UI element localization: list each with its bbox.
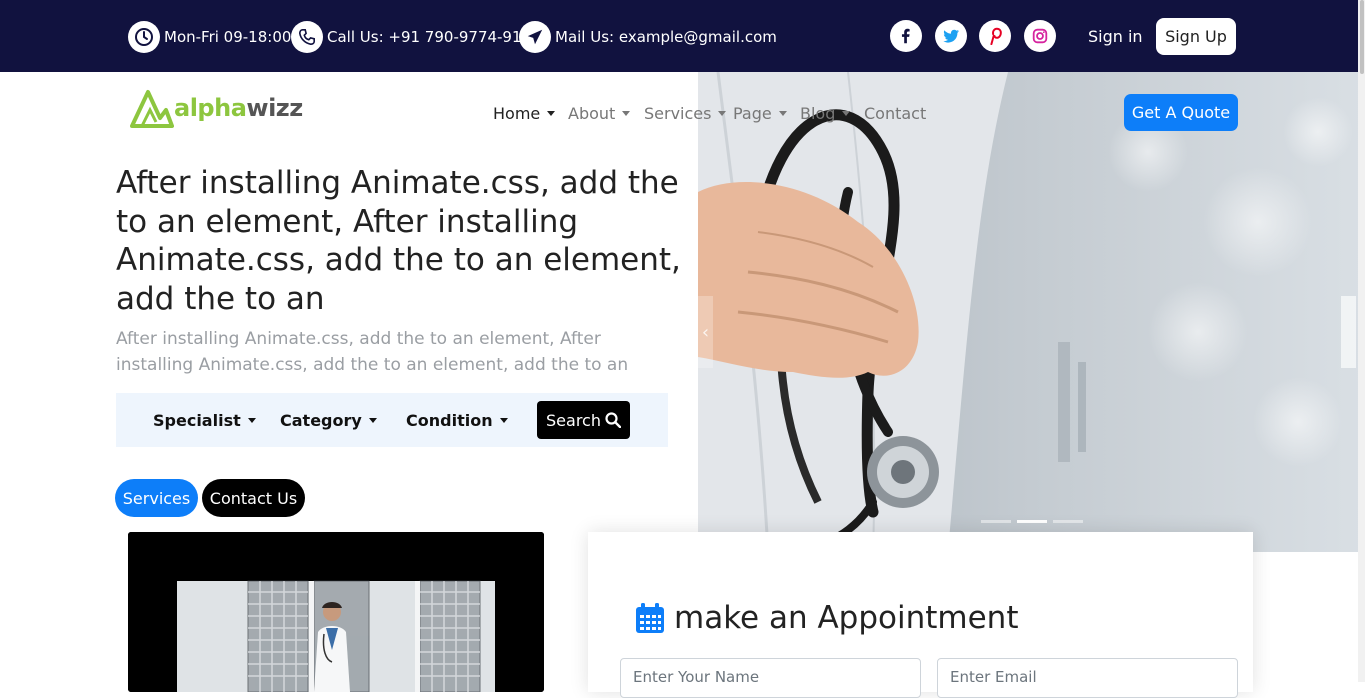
condition-dropdown[interactable]: Condition [406, 411, 508, 430]
email-field[interactable]: Enter Email [937, 658, 1238, 698]
specialist-dropdown[interactable]: Specialist [153, 411, 256, 430]
carousel-indicator-1[interactable] [981, 520, 1011, 523]
search-filter-bar: Specialist Category Condition Search [116, 393, 668, 447]
logo-mark-icon [130, 90, 174, 128]
caret-down-icon [368, 418, 377, 423]
sign-up-button[interactable]: Sign Up [1156, 18, 1236, 55]
nav-blog[interactable]: Blog [800, 104, 851, 123]
caret-down-icon [547, 111, 556, 116]
nav-about[interactable]: About [568, 104, 631, 123]
hero-title: After installing Animate.css, add the to… [116, 165, 681, 317]
mail-text: Mail Us: example@gmail.com [555, 28, 777, 46]
chevron-left-icon: ‹ [701, 321, 710, 343]
page-scrollbar[interactable] [1358, 0, 1365, 682]
get-quote-button[interactable]: Get A Quote [1124, 94, 1238, 131]
caret-down-icon [247, 418, 256, 423]
caret-down-icon [718, 111, 727, 116]
carousel-indicator-3[interactable] [1053, 520, 1083, 523]
services-button[interactable]: Services [115, 479, 198, 517]
logo-text: alphawizz [174, 94, 303, 122]
facebook-icon[interactable] [890, 20, 922, 52]
hero-subtitle: After installing Animate.css, add the to… [116, 329, 629, 375]
category-dropdown[interactable]: Category [280, 411, 377, 430]
nav-contact[interactable]: Contact [864, 104, 926, 123]
carousel-prev-button[interactable]: ‹ [698, 296, 713, 368]
hours-info: Mon-Fri 09-18:00 [128, 20, 291, 54]
instagram-icon[interactable] [1024, 20, 1056, 52]
phone-icon [291, 21, 323, 53]
search-icon [605, 412, 621, 428]
caret-down-icon [778, 111, 787, 116]
video-player[interactable] [128, 532, 544, 692]
appointment-title-text: make an Appointment [674, 600, 1019, 636]
brand-logo[interactable]: alphawizz [130, 88, 303, 128]
search-button[interactable]: Search [537, 401, 630, 439]
name-field[interactable]: Enter Your Name [620, 658, 921, 698]
clock-icon [128, 21, 160, 53]
calendar-icon [636, 603, 664, 633]
contact-us-button[interactable]: Contact Us [202, 479, 305, 517]
search-button-label: Search [546, 410, 601, 430]
nav-services[interactable]: Services [644, 104, 727, 123]
hours-text: Mon-Fri 09-18:00 [164, 28, 292, 46]
nav-home[interactable]: Home [493, 104, 556, 123]
hero-carousel-image [698, 72, 1365, 552]
nav-page[interactable]: Page [733, 104, 787, 123]
carousel-indicator-2[interactable] [1017, 520, 1047, 523]
paper-plane-icon [519, 21, 551, 53]
appointment-card: make an Appointment Enter Your Name Ente… [588, 532, 1253, 698]
caret-down-icon [622, 111, 631, 116]
phone-info[interactable]: Call Us: +91 790-9774-918 [291, 20, 531, 54]
appointment-title: make an Appointment [635, 600, 1018, 636]
video-frame [128, 532, 544, 692]
twitter-icon[interactable] [935, 20, 967, 52]
carousel-next-button[interactable] [1341, 296, 1356, 368]
pinterest-icon[interactable] [979, 20, 1011, 52]
caret-down-icon [499, 418, 508, 423]
mail-info[interactable]: Mail Us: example@gmail.com [519, 20, 777, 54]
caret-down-icon [842, 111, 851, 116]
sign-in-link[interactable]: Sign in [1088, 27, 1143, 46]
page-scrollbar-thumb[interactable] [1360, 0, 1364, 74]
top-bar: Mon-Fri 09-18:00 Call Us: +91 790-9774-9… [0, 0, 1365, 72]
phone-text: Call Us: +91 790-9774-918 [327, 28, 532, 46]
